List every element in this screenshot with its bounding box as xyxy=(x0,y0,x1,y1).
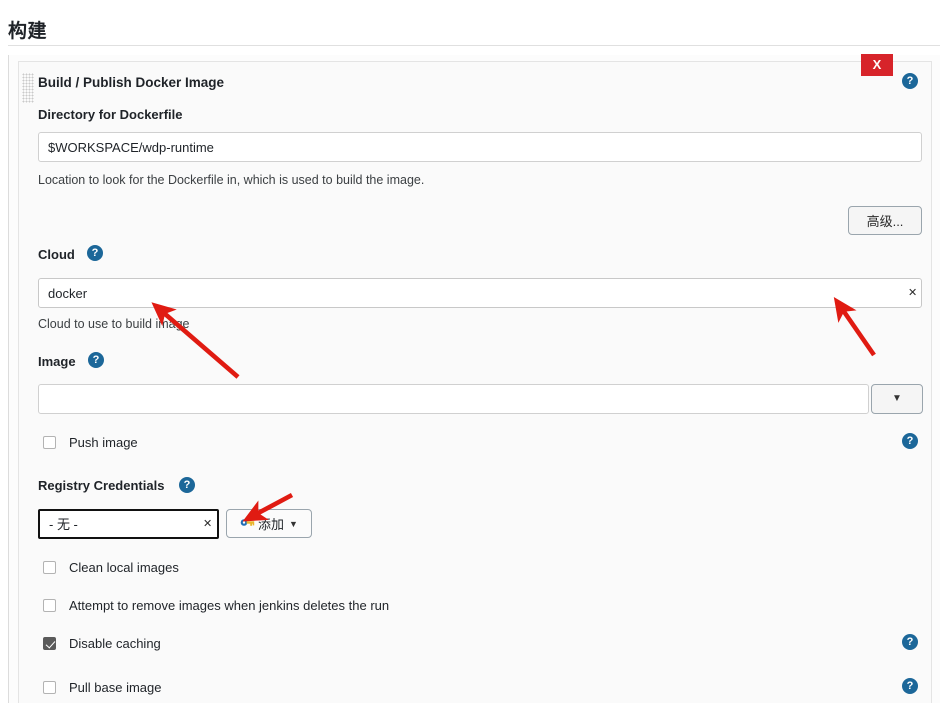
pull-base-image-checkbox[interactable] xyxy=(43,681,56,694)
help-icon-push-image[interactable]: ? xyxy=(902,433,918,449)
chevron-down-icon-add: ▼ xyxy=(289,518,298,529)
attempt-remove-images-checkbox[interactable] xyxy=(43,599,56,612)
push-image-label: Push image xyxy=(69,435,138,450)
disable-caching-label: Disable caching xyxy=(69,636,161,651)
label-registry-credentials: Registry Credentials xyxy=(38,478,165,493)
pull-base-image-label: Pull base image xyxy=(69,680,162,695)
drag-handle-icon[interactable] xyxy=(22,73,34,103)
directory-for-dockerfile-description: Location to look for the Dockerfile in, … xyxy=(38,173,425,187)
help-icon-cloud[interactable]: ? xyxy=(87,245,103,261)
page-title: 构建 xyxy=(8,21,48,42)
registry-credentials-select[interactable]: - 无 - xyxy=(38,509,219,539)
help-icon-registry-credentials[interactable]: ? xyxy=(179,477,195,493)
clean-local-images-label: Clean local images xyxy=(69,560,179,575)
add-credentials-label: 添加 xyxy=(258,517,285,532)
cloud-description: Cloud to use to build image xyxy=(38,317,190,331)
attempt-remove-images-label: Attempt to remove images when jenkins de… xyxy=(69,598,390,613)
image-input[interactable] xyxy=(38,384,869,414)
clean-local-images-row[interactable]: Clean local images xyxy=(43,560,179,575)
help-icon-image[interactable]: ? xyxy=(88,352,104,368)
help-icon-build-step[interactable]: ? xyxy=(902,73,918,89)
add-credentials-button[interactable]: 添加 ▼ xyxy=(226,509,312,538)
help-icon-pull-base-image[interactable]: ? xyxy=(902,678,918,694)
disable-caching-checkbox[interactable] xyxy=(43,637,56,650)
attempt-remove-images-row[interactable]: Attempt to remove images when jenkins de… xyxy=(43,598,389,613)
clean-local-images-checkbox[interactable] xyxy=(43,561,56,574)
advanced-button[interactable]: 高级... xyxy=(848,206,922,235)
help-icon-disable-caching[interactable]: ? xyxy=(902,634,918,650)
label-cloud: Cloud xyxy=(38,247,75,262)
push-image-row[interactable]: Push image xyxy=(43,435,138,450)
directory-for-dockerfile-input[interactable] xyxy=(38,132,922,162)
screenshot-root: 构建 Build / Publish Docker Image X ? Dire… xyxy=(0,0,948,703)
heading-divider xyxy=(8,45,940,46)
build-step-title: Build / Publish Docker Image xyxy=(38,75,225,90)
cloud-select[interactable]: docker xyxy=(38,278,922,308)
label-directory-for-dockerfile: Directory for Dockerfile xyxy=(38,107,183,122)
image-dropdown-button[interactable]: ▼ xyxy=(871,384,923,414)
label-image: Image xyxy=(38,354,76,369)
delete-build-step-button[interactable]: X xyxy=(861,54,893,76)
push-image-checkbox[interactable] xyxy=(43,436,56,449)
key-icon xyxy=(240,516,255,531)
disable-caching-row[interactable]: Disable caching xyxy=(43,636,161,651)
pull-base-image-row[interactable]: Pull base image xyxy=(43,680,162,695)
